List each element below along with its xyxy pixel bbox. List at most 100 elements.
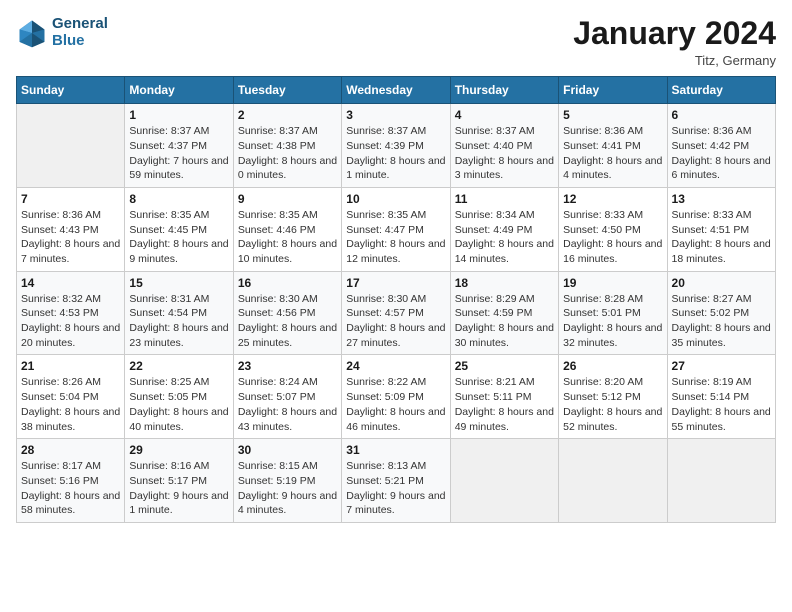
day-number: 25 [455, 359, 554, 373]
day-number: 13 [672, 192, 771, 206]
week-row-0: 1Sunrise: 8:37 AMSunset: 4:37 PMDaylight… [17, 104, 776, 188]
day-cell [17, 104, 125, 188]
day-cell: 14 Sunrise: 8:32 AMSunset: 4:53 PMDayligh… [17, 271, 125, 355]
day-info: Sunrise: 8:30 AMSunset: 4:57 PMDaylight:… [346, 292, 445, 351]
logo: General Blue [16, 16, 108, 49]
day-number: 18 [455, 276, 554, 290]
day-number: 30 [238, 443, 337, 457]
day-cell: 7 Sunrise: 8:36 AMSunset: 4:43 PMDaylight… [17, 187, 125, 271]
day-cell: 15 Sunrise: 8:31 AMSunset: 4:54 PMDayligh… [125, 271, 233, 355]
day-info: Sunrise: 8:22 AMSunset: 5:09 PMDaylight:… [346, 375, 445, 434]
week-row-3: 21 Sunrise: 8:26 AMSunset: 5:04 PMDayligh… [17, 355, 776, 439]
calendar-body: 1Sunrise: 8:37 AMSunset: 4:37 PMDaylight… [17, 104, 776, 523]
day-cell: 6 Sunrise: 8:36 AMSunset: 4:42 PMDaylight… [667, 104, 775, 188]
day-number: 24 [346, 359, 445, 373]
day-cell [559, 439, 667, 523]
month-title: January 2024 [573, 16, 776, 51]
day-number: 1 [129, 108, 228, 122]
day-cell: 9 Sunrise: 8:35 AMSunset: 4:46 PMDaylight… [233, 187, 341, 271]
day-number: 2 [238, 108, 337, 122]
day-cell: 12Sunrise: 8:33 AMSunset: 4:50 PMDayligh… [559, 187, 667, 271]
header-row: Sunday Monday Tuesday Wednesday Thursday… [17, 77, 776, 104]
day-number: 20 [672, 276, 771, 290]
day-info: Sunrise: 8:36 AMSunset: 4:43 PMDaylight:… [21, 208, 120, 267]
day-cell: 25 Sunrise: 8:21 AMSunset: 5:11 PMDayligh… [450, 355, 558, 439]
day-info: Sunrise: 8:28 AMSunset: 5:01 PMDaylight:… [563, 292, 662, 351]
day-cell [667, 439, 775, 523]
day-cell: 5Sunrise: 8:36 AMSunset: 4:41 PMDaylight… [559, 104, 667, 188]
day-cell: 29 Sunrise: 8:16 AMSunset: 5:17 PMDayligh… [125, 439, 233, 523]
col-friday: Friday [559, 77, 667, 104]
page: General Blue January 2024 Titz, Germany … [0, 0, 792, 612]
day-info: Sunrise: 8:35 AMSunset: 4:45 PMDaylight:… [129, 208, 228, 267]
day-number: 31 [346, 443, 445, 457]
day-cell: 22 Sunrise: 8:25 AMSunset: 5:05 PMDayligh… [125, 355, 233, 439]
calendar-table: Sunday Monday Tuesday Wednesday Thursday… [16, 76, 776, 523]
day-cell: 13Sunrise: 8:33 AMSunset: 4:51 PMDayligh… [667, 187, 775, 271]
day-cell: 24 Sunrise: 8:22 AMSunset: 5:09 PMDayligh… [342, 355, 450, 439]
day-info: Sunrise: 8:36 AMSunset: 4:42 PMDaylight:… [672, 124, 771, 183]
day-info: Sunrise: 8:35 AMSunset: 4:46 PMDaylight:… [238, 208, 337, 267]
day-number: 28 [21, 443, 120, 457]
day-cell: 18 Sunrise: 8:29 AMSunset: 4:59 PMDayligh… [450, 271, 558, 355]
day-number: 11 [455, 192, 554, 206]
col-sunday: Sunday [17, 77, 125, 104]
day-info: Sunrise: 8:24 AMSunset: 5:07 PMDaylight:… [238, 375, 337, 434]
day-cell: 21 Sunrise: 8:26 AMSunset: 5:04 PMDayligh… [17, 355, 125, 439]
day-cell: 20 Sunrise: 8:27 AMSunset: 5:02 PMDayligh… [667, 271, 775, 355]
day-info: Sunrise: 8:37 AMSunset: 4:39 PMDaylight:… [346, 124, 445, 183]
day-cell [450, 439, 558, 523]
calendar-header: Sunday Monday Tuesday Wednesday Thursday… [17, 77, 776, 104]
day-number: 7 [21, 192, 120, 206]
day-number: 6 [672, 108, 771, 122]
day-cell: 27Sunrise: 8:19 AMSunset: 5:14 PMDayligh… [667, 355, 775, 439]
day-number: 12 [563, 192, 662, 206]
day-number: 3 [346, 108, 445, 122]
col-monday: Monday [125, 77, 233, 104]
day-info: Sunrise: 8:31 AMSunset: 4:54 PMDaylight:… [129, 292, 228, 351]
day-info: Sunrise: 8:37 AMSunset: 4:38 PMDaylight:… [238, 124, 337, 183]
day-number: 9 [238, 192, 337, 206]
day-cell: 2 Sunrise: 8:37 AMSunset: 4:38 PMDaylight… [233, 104, 341, 188]
day-number: 21 [21, 359, 120, 373]
day-cell: 16Sunrise: 8:30 AMSunset: 4:56 PMDayligh… [233, 271, 341, 355]
day-cell: 4Sunrise: 8:37 AMSunset: 4:40 PMDaylight… [450, 104, 558, 188]
day-cell: 17 Sunrise: 8:30 AMSunset: 4:57 PMDayligh… [342, 271, 450, 355]
day-number: 17 [346, 276, 445, 290]
day-cell: 3 Sunrise: 8:37 AMSunset: 4:39 PMDaylight… [342, 104, 450, 188]
day-info: Sunrise: 8:17 AMSunset: 5:16 PMDaylight:… [21, 459, 120, 518]
day-number: 27 [672, 359, 771, 373]
logo-icon [16, 17, 48, 49]
day-cell: 31 Sunrise: 8:13 AMSunset: 5:21 PMDayligh… [342, 439, 450, 523]
day-info: Sunrise: 8:30 AMSunset: 4:56 PMDaylight:… [238, 292, 337, 351]
day-number: 14 [21, 276, 120, 290]
day-info: Sunrise: 8:25 AMSunset: 5:05 PMDaylight:… [129, 375, 228, 434]
day-info: Sunrise: 8:13 AMSunset: 5:21 PMDaylight:… [346, 459, 445, 518]
day-info: Sunrise: 8:26 AMSunset: 5:04 PMDaylight:… [21, 375, 120, 434]
day-info: Sunrise: 8:15 AMSunset: 5:19 PMDaylight:… [238, 459, 337, 518]
day-cell: 30 Sunrise: 8:15 AMSunset: 5:19 PMDayligh… [233, 439, 341, 523]
day-info: Sunrise: 8:21 AMSunset: 5:11 PMDaylight:… [455, 375, 554, 434]
day-cell: 26Sunrise: 8:20 AMSunset: 5:12 PMDayligh… [559, 355, 667, 439]
day-number: 29 [129, 443, 228, 457]
day-number: 23 [238, 359, 337, 373]
col-wednesday: Wednesday [342, 77, 450, 104]
day-info: Sunrise: 8:32 AMSunset: 4:53 PMDaylight:… [21, 292, 120, 351]
location: Titz, Germany [573, 53, 776, 68]
day-cell: 28 Sunrise: 8:17 AMSunset: 5:16 PMDayligh… [17, 439, 125, 523]
day-cell: 19Sunrise: 8:28 AMSunset: 5:01 PMDayligh… [559, 271, 667, 355]
day-info: Sunrise: 8:20 AMSunset: 5:12 PMDaylight:… [563, 375, 662, 434]
day-number: 22 [129, 359, 228, 373]
day-info: Sunrise: 8:29 AMSunset: 4:59 PMDaylight:… [455, 292, 554, 351]
day-info: Sunrise: 8:27 AMSunset: 5:02 PMDaylight:… [672, 292, 771, 351]
day-info: Sunrise: 8:16 AMSunset: 5:17 PMDaylight:… [129, 459, 228, 518]
title-block: January 2024 Titz, Germany [573, 16, 776, 68]
day-info: Sunrise: 8:34 AMSunset: 4:49 PMDaylight:… [455, 208, 554, 267]
day-cell: 8Sunrise: 8:35 AMSunset: 4:45 PMDaylight… [125, 187, 233, 271]
day-number: 5 [563, 108, 662, 122]
day-cell: 1Sunrise: 8:37 AMSunset: 4:37 PMDaylight… [125, 104, 233, 188]
day-number: 4 [455, 108, 554, 122]
day-info: Sunrise: 8:35 AMSunset: 4:47 PMDaylight:… [346, 208, 445, 267]
week-row-2: 14 Sunrise: 8:32 AMSunset: 4:53 PMDayligh… [17, 271, 776, 355]
day-number: 15 [129, 276, 228, 290]
